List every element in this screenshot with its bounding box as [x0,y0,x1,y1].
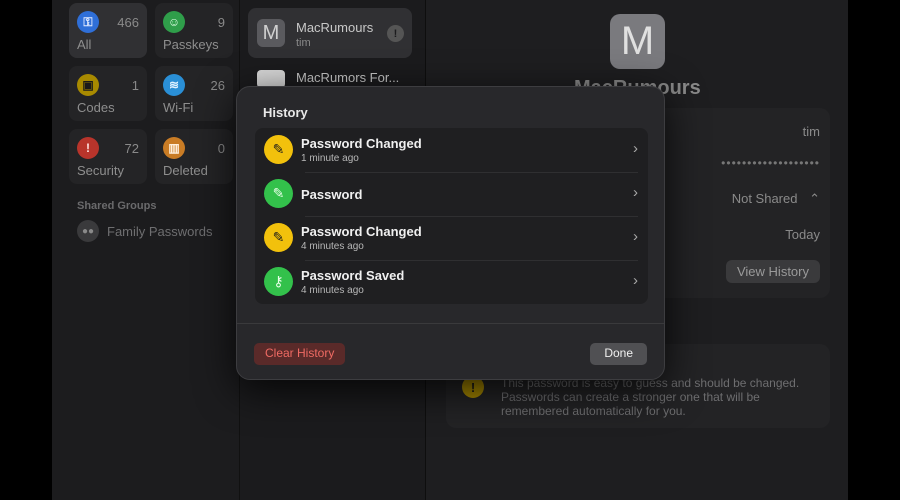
list-item-title: MacRumours [296,20,374,35]
chevron-right-icon: › [633,228,638,245]
view-history-button[interactable]: View History [725,260,820,283]
trash-icon: ▥ [163,137,185,159]
people-icon: ●● [77,220,99,242]
password-value[interactable]: ••••••••••••••••••• [721,156,820,170]
exclamation-icon: ! [77,137,99,159]
key-icon: ⚷ [264,267,293,296]
history-item-time: 4 minutes ago [301,241,364,252]
security-warning-text: This password is easy to guess and shoul… [501,376,800,418]
history-item-time: 4 minutes ago [301,285,364,296]
sharing-select[interactable]: Not Shared ⌃ [710,191,820,207]
key-icon: ⚿ [77,11,99,33]
done-button[interactable]: Done [590,343,647,365]
category-security[interactable]: ! 72 Security [69,129,147,184]
warning-icon: ! [387,25,404,42]
list-item[interactable]: M MacRumours tim ! [248,8,412,58]
shared-group-item[interactable]: ●● Family Passwords 5 [77,220,250,242]
person-badge-icon: ☺ [163,11,185,33]
category-count: 1 [131,78,139,93]
clear-history-button[interactable]: Clear History [254,343,346,365]
chevron-right-icon: › [633,184,638,201]
pencil-icon: ✎ [264,223,293,252]
history-list: ✎ Password Changed 1 minute ago › ✎ Pass… [255,128,648,304]
divider [237,323,664,324]
chevron-updown-icon: ⌃ [809,191,820,206]
modified-date: Today [785,227,820,242]
history-item-title: Password Saved [301,268,405,283]
pencil-icon: ✎ [264,179,293,208]
lock-icon: ▣ [77,74,99,96]
category-wifi[interactable]: ≋ 26 Wi-Fi [155,66,233,121]
category-label: Wi-Fi [163,100,194,115]
site-letter-icon: M [257,19,285,47]
shared-group-label: Family Passwords [107,224,213,239]
chevron-right-icon: › [633,140,638,157]
sharing-value: Not Shared [731,191,798,206]
history-item-title: Password Changed [301,136,422,151]
category-count: 466 [117,15,139,30]
category-count: 26 [210,78,225,93]
wifi-icon: ≋ [163,74,185,96]
category-count: 9 [217,15,225,30]
category-label: Codes [77,100,115,115]
history-item-title: Password [301,187,363,202]
list-item[interactable]: MacRumors For... [248,66,412,88]
list-item-title: MacRumors For... [296,70,400,85]
category-count: 0 [217,141,225,156]
dialog-title: History [263,105,308,120]
category-passkeys[interactable]: ☺ 9 Passkeys [155,3,233,58]
history-item-time: 1 minute ago [301,153,359,164]
category-label: Passkeys [163,37,219,52]
chevron-right-icon: › [633,272,638,289]
history-item[interactable]: ✎ Password › [255,172,648,216]
pencil-icon: ✎ [264,135,293,164]
category-label: All [77,37,92,52]
list-item-subtitle: tim [296,37,311,49]
site-letter-icon: M [610,14,665,69]
category-label: Deleted [163,163,208,178]
username-value[interactable]: tim [803,124,820,139]
history-item[interactable]: ✎ Password Changed 1 minute ago › [255,128,648,172]
category-all[interactable]: ⚿ 466 All [69,3,147,58]
category-label: Security [77,163,124,178]
history-item[interactable]: ⚷ Password Saved 4 minutes ago › [255,260,648,304]
category-count: 72 [124,141,139,156]
sidebar: ⚿ 466 All ☺ 9 Passkeys ▣ 1 Codes ≋ 26 Wi… [52,0,250,500]
history-item-title: Password Changed [301,224,422,239]
history-dialog: History ✎ Password Changed 1 minute ago … [236,86,665,380]
history-item[interactable]: ✎ Password Changed 4 minutes ago › [255,216,648,260]
category-deleted[interactable]: ▥ 0 Deleted [155,129,233,184]
category-codes[interactable]: ▣ 1 Codes [69,66,147,121]
shared-groups-heading: Shared Groups [77,200,157,212]
